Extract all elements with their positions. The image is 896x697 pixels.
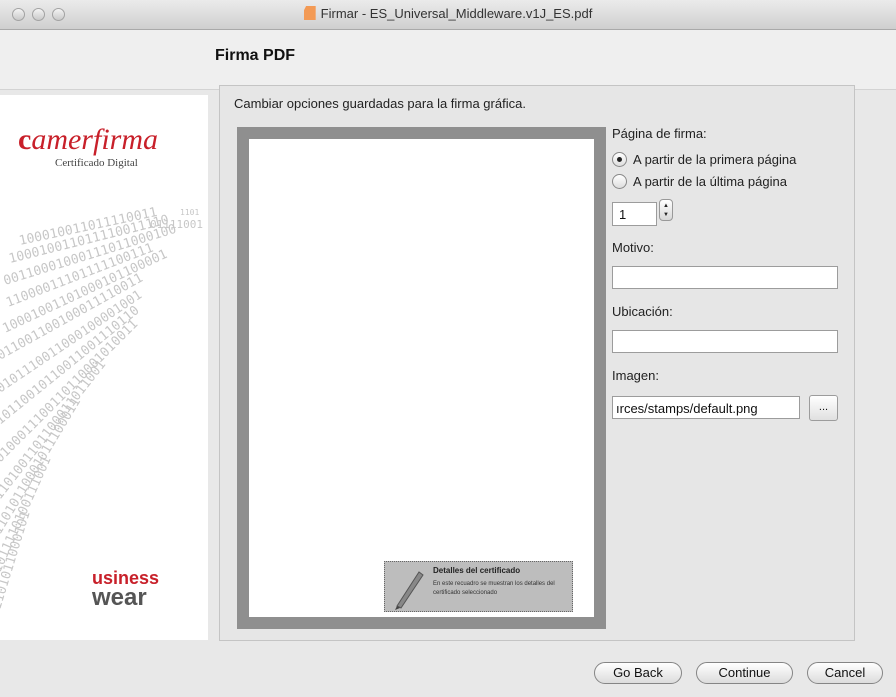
window-title: Firmar - ES_Universal_Middleware.v1J_ES.… [320,6,593,21]
wizard-header: Firma PDF [0,30,896,90]
imagen-label: Imagen: [612,368,659,383]
signature-options-panel: Cambiar opciones guardadas para la firma… [219,85,855,641]
ubicacion-input[interactable] [612,330,838,353]
browse-image-button[interactable]: ... [809,395,838,421]
signature-form: Página de firma: A partir de la primera … [612,86,852,642]
go-back-button[interactable]: Go Back [594,662,682,684]
businesswear-logo: usiness wear [92,568,160,611]
window-titlebar: Firmar - ES_Universal_Middleware.v1J_ES.… [0,0,896,30]
radio-last-indicator[interactable] [612,174,627,189]
page-preview: Detalles del certificado En este recuadr… [249,139,594,617]
panel-description: Cambiar opciones guardadas para la firma… [234,96,526,111]
motivo-input[interactable] [612,266,838,289]
signature-page-label: Página de firma: [612,126,707,141]
cancel-button[interactable]: Cancel [807,662,883,684]
stepper-up-icon[interactable]: ▲ [663,203,669,209]
radio-first-page[interactable]: A partir de la primera página [612,152,796,167]
page-number-stepper[interactable]: ▲ ▼ [659,199,673,221]
camerfirma-logo: camerfirma [18,123,158,156]
page-number-input[interactable]: 1 [612,202,657,226]
continue-button[interactable]: Continue [696,662,793,684]
page-preview-frame: Detalles del certificado En este recuadr… [237,127,606,629]
radio-first-indicator[interactable] [612,152,627,167]
logo-subtitle: Certificado Digital [55,157,138,169]
imagen-path-input[interactable]: ırces/stamps/default.png [612,396,800,419]
stepper-down-icon[interactable]: ▼ [663,212,669,218]
binary-decoration: 1101 01111001 100010011011110011 1000100… [0,205,203,611]
page-title: Firma PDF [215,47,296,64]
motivo-label: Motivo: [612,240,654,255]
branding-panel: 1101 01111001 100010011011110011 1000100… [0,95,208,640]
signature-stamp[interactable]: Detalles del certificado En este recuadr… [384,561,573,612]
stamp-text: En este recuadro se muestran los detalle… [433,581,555,596]
pen-icon [395,571,424,610]
radio-last-page[interactable]: A partir de la última página [612,174,787,189]
ubicacion-label: Ubicación: [612,304,673,319]
stamp-title: Detalles del certificado [433,566,521,575]
svg-text:1101: 1101 [180,208,199,217]
window-title-area: Firmar - ES_Universal_Middleware.v1J_ES.… [0,6,896,21]
pdf-document-icon [303,6,316,20]
